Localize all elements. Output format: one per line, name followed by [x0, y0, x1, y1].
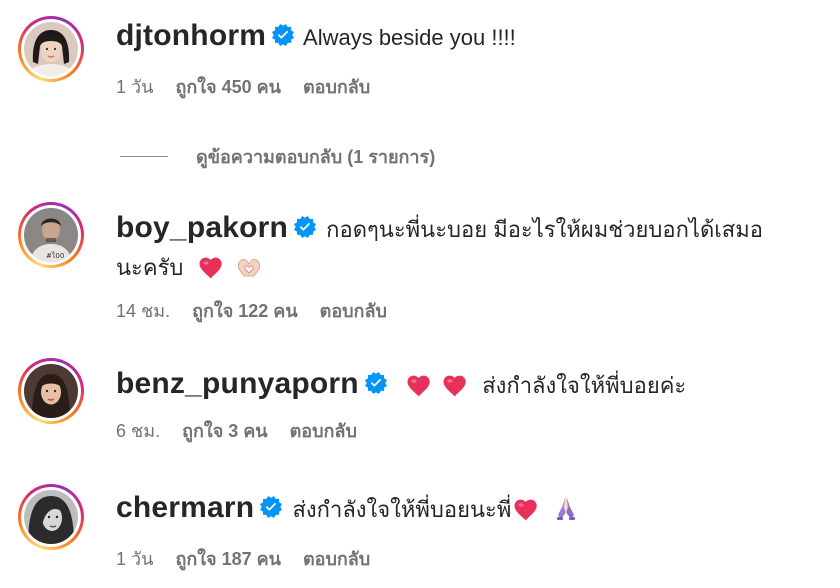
comment-time[interactable]: 14 ชม. [116, 296, 170, 325]
verified-badge-icon [294, 216, 316, 238]
comment-text: กอดๆนะพี่นะบอย มีอะไรให้ผมช่วยบอกได้เสมอ [326, 217, 763, 242]
username[interactable]: benz_punyaporn [116, 367, 359, 400]
reply-button[interactable]: ตอบกลับ [290, 416, 357, 445]
comment-text: ส่งกำลังใจให้พี่บอยนะพี่ [292, 497, 512, 522]
avatar-woman-portrait-icon[interactable] [24, 22, 78, 76]
avatar-man-portrait-icon[interactable]: #ไ00 [24, 208, 78, 262]
verified-badge-icon [272, 24, 294, 46]
reply-button[interactable]: ตอบกลับ [303, 72, 370, 101]
comment-time[interactable]: 1 วัน [116, 544, 153, 573]
comment-text: ส่งกำลังใจให้พี่บอยค่ะ [482, 373, 687, 398]
username[interactable]: chermarn [116, 491, 254, 524]
heart-icon [443, 375, 467, 397]
verified-badge-icon [365, 372, 387, 394]
comment-text-continued: นะครับ [116, 255, 184, 280]
verified-badge-icon [260, 496, 282, 518]
story-ring[interactable] [18, 16, 84, 82]
view-replies-label: ดูข้อความตอบกลับ (1 รายการ) [196, 147, 436, 167]
comment-time[interactable]: 1 วัน [116, 72, 153, 101]
heart-icon [199, 257, 223, 279]
like-count[interactable]: ถูกใจ 450 คน [175, 72, 281, 101]
story-ring[interactable]: #ไ00 [18, 202, 84, 268]
username[interactable]: djtonhorm [116, 19, 266, 52]
like-count[interactable]: ถูกใจ 122 คน [192, 296, 298, 325]
svg-text:#ไ00: #ไ00 [46, 251, 64, 260]
story-ring[interactable] [18, 484, 84, 550]
avatar-woman-bw-portrait-icon[interactable] [24, 490, 78, 544]
avatar-woman-portrait-icon[interactable] [24, 364, 78, 418]
heart-icon [514, 499, 538, 521]
reply-button[interactable]: ตอบกลับ [303, 544, 370, 573]
divider-dash [120, 156, 168, 157]
story-ring[interactable] [18, 358, 84, 424]
comment-text: Always beside you !!!! [303, 25, 516, 50]
heart-hands-icon [237, 259, 260, 277]
view-replies-button[interactable]: ดูข้อความตอบกลับ (1 รายการ) [120, 142, 435, 171]
folded-hands-icon [557, 497, 576, 520]
reply-button[interactable]: ตอบกลับ [320, 296, 387, 325]
like-count[interactable]: ถูกใจ 3 คน [182, 416, 268, 445]
comment-time[interactable]: 6 ชม. [116, 416, 160, 445]
heart-icon [407, 375, 431, 397]
username[interactable]: boy_pakorn [116, 211, 288, 244]
like-count[interactable]: ถูกใจ 187 คน [175, 544, 281, 573]
